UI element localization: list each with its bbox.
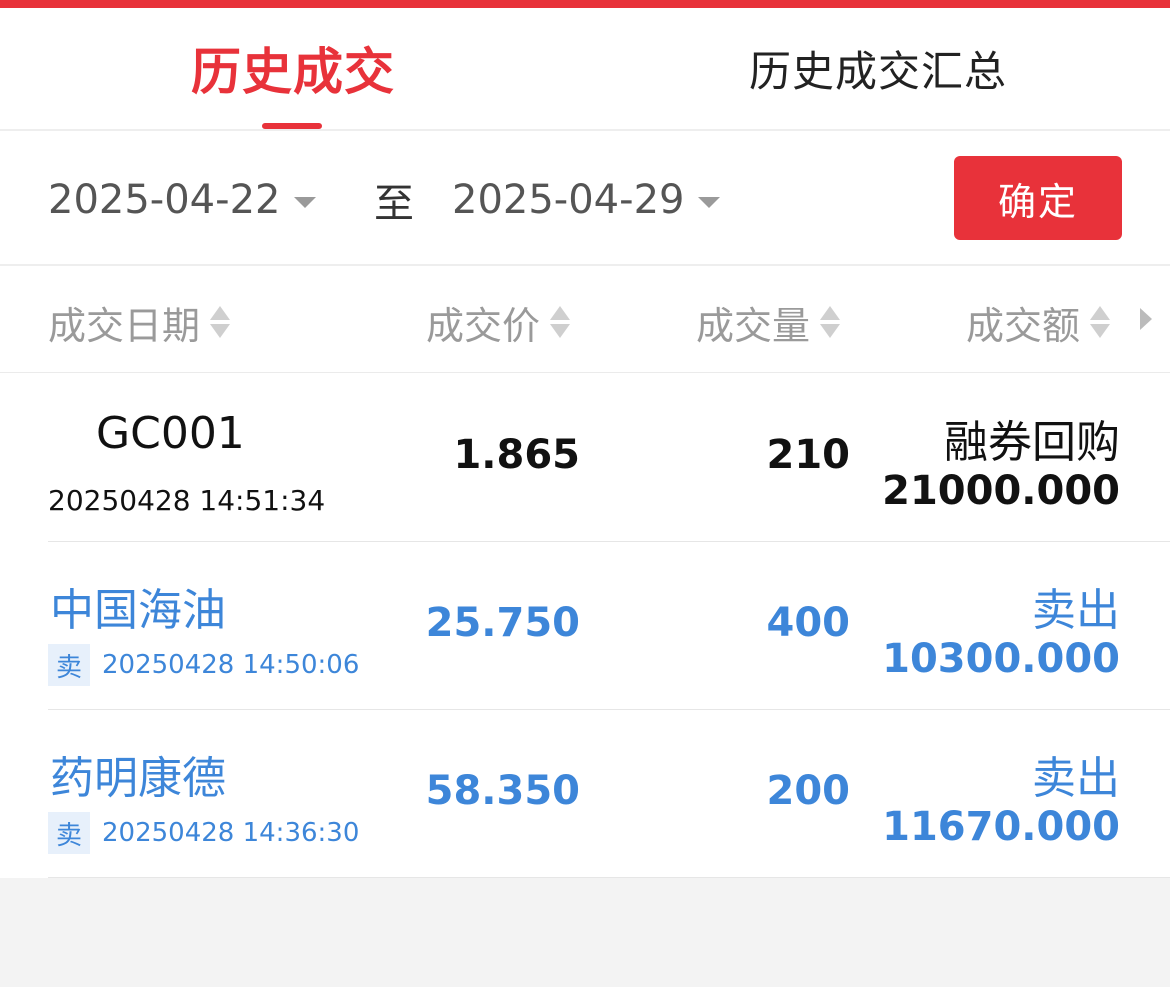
end-date-value: 2025-04-29 [452,177,685,223]
row-price: 25.750 [425,600,580,646]
row-amount: 10300.000 [882,636,1120,682]
sort-updown-icon [210,304,231,340]
row-divider [48,877,1170,878]
row-trade-time: 20250428 14:51:34 [48,484,326,517]
chevron-right-icon[interactable] [1140,308,1152,330]
sort-updown-icon [820,304,841,340]
table-row[interactable]: 中国海油 卖 20250428 14:50:06 25.750 400 卖出 1… [0,542,1170,709]
tab-history-summary-label: 历史成交汇总 [748,46,1007,96]
table-row[interactable]: GC001 20250428 14:51:34 1.865 210 融券回购 2… [0,374,1170,541]
column-header-price[interactable]: 成交价 [426,272,571,372]
row-security-name: 药明康德 [50,753,226,804]
column-header-quantity-label: 成交量 [696,303,811,348]
header-divider [0,372,1170,373]
tab-history-trades-label: 历史成交 [191,43,395,101]
row-price: 1.865 [453,432,580,478]
column-header-amount[interactable]: 成交额 [966,272,1111,372]
column-header-price-label: 成交价 [426,303,541,348]
end-date-picker[interactable]: 2025-04-29 [452,160,721,240]
start-date-picker[interactable]: 2025-04-22 [48,160,317,240]
row-quantity: 200 [766,768,851,814]
tab-history-summary[interactable]: 历史成交汇总 [700,8,1056,128]
start-date-value: 2025-04-22 [48,177,281,223]
row-security-name: 中国海油 [50,585,226,636]
column-header-date[interactable]: 成交日期 [48,272,231,372]
sell-badge: 卖 [48,644,90,686]
row-amount: 11670.000 [882,804,1120,850]
tabs-divider [0,129,1170,131]
caret-down-icon [698,196,721,208]
caret-down-icon [294,196,317,208]
column-header-date-label: 成交日期 [48,303,201,348]
column-header-quantity[interactable]: 成交量 [696,272,841,372]
date-separator: 至 [374,181,414,227]
row-trade-time: 20250428 14:50:06 [102,650,360,680]
filter-divider [0,264,1170,266]
column-header-amount-label: 成交额 [966,303,1081,348]
sort-updown-icon [1090,304,1111,340]
row-security-name: GC001 [96,408,245,459]
top-accent-bar [0,0,1170,8]
row-action: 卖出 [1032,585,1120,636]
row-action: 融券回购 [944,417,1120,468]
row-amount: 21000.000 [882,468,1120,514]
row-quantity: 210 [766,432,851,478]
row-quantity: 400 [766,600,851,646]
sell-badge: 卖 [48,812,90,854]
row-trade-time: 20250428 14:36:30 [102,818,360,848]
row-price: 58.350 [425,768,580,814]
confirm-button[interactable]: 确定 [954,156,1122,240]
app-root: 历史成交 历史成交汇总 2025-04-22 至 2025-04-29 确定 成… [0,0,1170,987]
table-row[interactable]: 药明康德 卖 20250428 14:36:30 58.350 200 卖出 1… [0,710,1170,877]
tab-history-trades[interactable]: 历史成交 [130,8,456,128]
sort-updown-icon [550,304,571,340]
row-action: 卖出 [1032,753,1120,804]
